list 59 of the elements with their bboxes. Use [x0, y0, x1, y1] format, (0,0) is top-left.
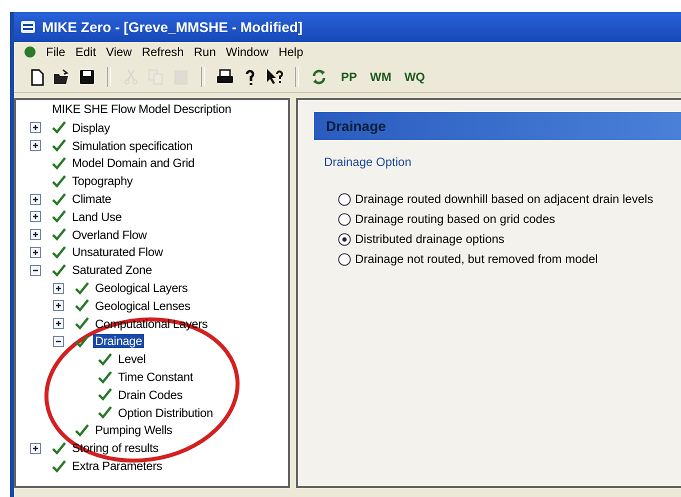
window-title: MIKE Zero - [Greve_MMSHE - Modified] [42, 19, 303, 35]
toolbar-text-button[interactable]: WM [370, 70, 392, 84]
radio-button[interactable] [338, 252, 351, 266]
plus-icon[interactable] [30, 211, 41, 222]
menu-item[interactable]: View [106, 45, 132, 59]
menu-item[interactable]: Edit [75, 45, 96, 59]
tree-item[interactable]: Extra Parameters [70, 459, 164, 474]
menu-item[interactable]: Help [278, 45, 304, 59]
tree-item[interactable]: Saturated Zone [70, 263, 154, 278]
app-icon [20, 20, 36, 34]
whatsthis-icon[interactable] [266, 68, 284, 86]
tree-title: MIKE SHE Flow Model Description [51, 102, 232, 118]
menu-item[interactable]: Window [226, 45, 269, 59]
radio-option[interactable]: Drainage routed downhill based on adjacent drain levels [338, 189, 681, 209]
radio-button[interactable] [338, 192, 351, 206]
tree-item[interactable]: Topography [70, 174, 135, 188]
toolbar-text-button[interactable]: WQ [404, 70, 426, 84]
tree-item[interactable]: Land Use [70, 210, 124, 224]
toolbar-text-button[interactable]: PP [341, 70, 358, 84]
plus-icon[interactable] [30, 194, 41, 205]
tree-item[interactable]: Drainage [93, 334, 144, 348]
plus-icon[interactable] [30, 140, 41, 152]
tree-item[interactable]: Time Constant [116, 370, 195, 384]
menu-item[interactable]: Refresh [142, 45, 184, 59]
plus-icon[interactable] [53, 282, 64, 294]
tree-item[interactable]: Display [70, 120, 112, 135]
minus-icon[interactable] [53, 336, 64, 347]
plus-icon[interactable] [30, 246, 41, 258]
menu-item[interactable]: Run [194, 45, 216, 59]
tree-item[interactable]: Level [116, 352, 148, 366]
radio-option[interactable]: Drainage not routed, but removed from model [338, 249, 681, 269]
radio-button[interactable] [338, 212, 351, 226]
radio-button[interactable] [338, 232, 351, 246]
plus-icon[interactable] [30, 442, 41, 454]
save-icon[interactable] [78, 68, 96, 86]
plus-icon[interactable] [30, 122, 41, 134]
print-icon[interactable] [216, 68, 234, 86]
tree-item[interactable]: Simulation specification [70, 138, 195, 153]
tree-item[interactable]: Geological Layers [93, 281, 190, 296]
tree-item[interactable]: Model Domain and Grid [70, 156, 197, 170]
tree-item[interactable]: Climate [70, 192, 114, 206]
plus-icon[interactable] [53, 318, 64, 330]
minus-icon[interactable] [30, 264, 41, 276]
plus-icon[interactable] [30, 229, 41, 240]
menu-item[interactable]: File [46, 45, 66, 59]
tree-item[interactable]: Option Distribution [116, 406, 215, 420]
plus-icon[interactable] [53, 300, 64, 312]
panel-header: Drainage [314, 112, 681, 140]
tree-item[interactable]: Unsaturated Flow [70, 245, 165, 260]
tree-item[interactable]: Pumping Wells [93, 423, 174, 438]
group-label: Drainage Option [324, 155, 412, 169]
tree-item[interactable]: Drain Codes [116, 388, 184, 402]
refresh-icon[interactable] [310, 68, 328, 86]
tree-item[interactable]: Geological Lenses [93, 298, 192, 313]
radio-option[interactable]: Drainage routing based on grid codes [338, 209, 681, 229]
tree-item[interactable]: Overland Flow [70, 228, 149, 242]
status-dot-icon [24, 46, 36, 58]
open-icon[interactable] [53, 68, 71, 86]
radio-option[interactable]: Distributed drainage options [338, 229, 681, 249]
